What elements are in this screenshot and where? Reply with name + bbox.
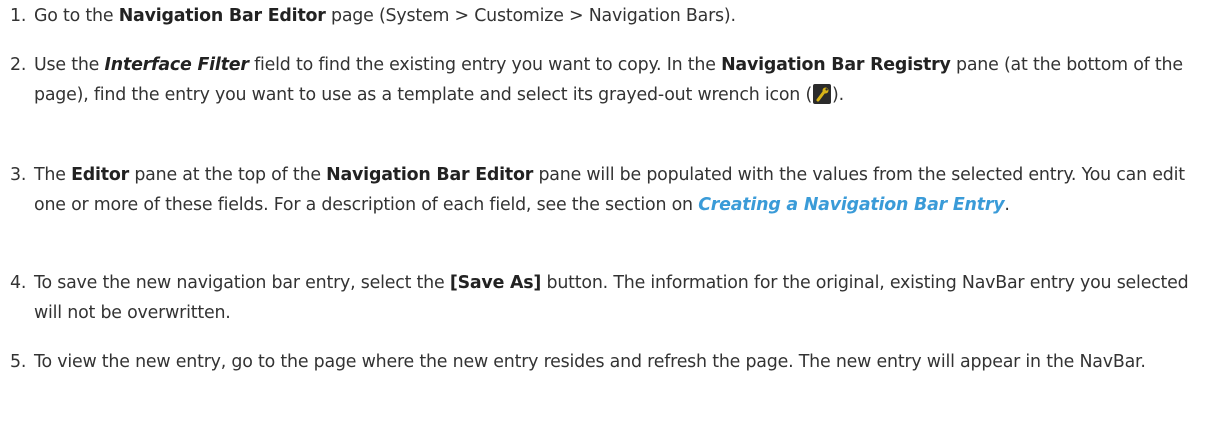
text-run: Go to the xyxy=(34,6,119,26)
step-text: The Editor pane at the top of the Naviga… xyxy=(34,160,1210,220)
text-run: pane at the top of the xyxy=(129,165,327,185)
ui-label-editor: Editor xyxy=(71,165,130,185)
text-run: field to find the existing entry you wan… xyxy=(248,55,722,75)
step-number: 3. xyxy=(10,165,27,185)
text-run: . xyxy=(1004,195,1010,215)
creating-navigation-bar-entry-link[interactable]: Creating a Navigation Bar Entry xyxy=(698,195,1004,215)
text-run: page (System > Customize > Navigation Ba… xyxy=(325,6,736,26)
text-run: ). xyxy=(832,85,844,105)
step-text: To save the new navigation bar entry, se… xyxy=(34,268,1210,328)
text-run: The xyxy=(34,165,72,185)
ui-label-navigation-bar-registry: Navigation Bar Registry xyxy=(721,55,951,75)
ui-label-navigation-bar-editor: Navigation Bar Editor xyxy=(326,165,534,185)
step-number: 5. xyxy=(10,352,27,372)
step-text: Go to the Navigation Bar Editor page (Sy… xyxy=(34,1,1210,31)
step-number: 4. xyxy=(10,273,27,293)
text-run: To view the new entry, go to the page wh… xyxy=(34,352,1146,372)
step-number: 1. xyxy=(10,6,27,26)
field-name-interface-filter: Interface Filter xyxy=(104,55,249,75)
step-text: Use the Interface Filter field to find t… xyxy=(34,50,1210,110)
step-number: 2. xyxy=(10,55,27,75)
ui-label-navigation-bar-editor: Navigation Bar Editor xyxy=(118,6,326,26)
text-run: Use the xyxy=(34,55,105,75)
step-text: To view the new entry, go to the page wh… xyxy=(34,347,1210,377)
text-run: To save the new navigation bar entry, se… xyxy=(34,273,450,293)
ui-label-save-as-button: [Save As] xyxy=(449,273,542,293)
wrench-icon xyxy=(813,84,832,104)
